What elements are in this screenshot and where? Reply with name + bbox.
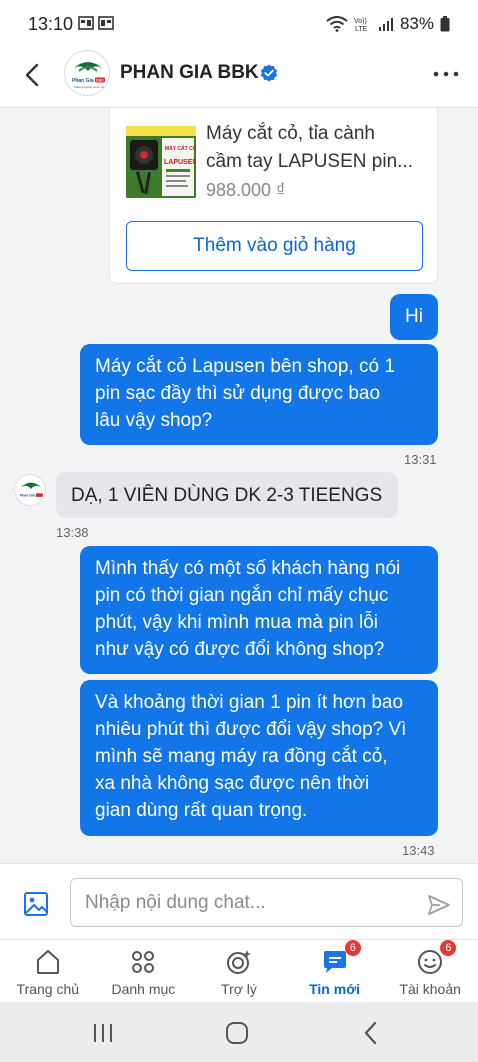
nav-label: Trợ lý [221,981,257,997]
message-text: Hi [405,306,423,327]
product-thumbnail-icon: MÁY CẮT CỎ LAPUSEN [126,126,196,198]
message-text: mình sẽ mang máy ra đồng cắt cỏ, [95,746,388,767]
message-text: nhiêu phút thì được đổi vậy shop? Vì [95,719,407,740]
message-time: 13:31 [404,452,437,467]
back-button[interactable] [18,60,48,90]
send-icon[interactable] [427,894,451,916]
grid-icon [132,951,155,973]
message-bubble-incoming[interactable]: DẠ, 1 VIÊN DÙNG DK 2-3 TIEENGS [56,472,398,518]
svg-text:Phan Gia: Phan Gia [20,494,35,498]
product-image[interactable]: MÁY CẮT CỎ LAPUSEN [126,126,196,198]
notification-badge: 6 [344,940,361,956]
shop-logo-icon: Phan Gia BBK Không ngừng vươn xa [71,62,105,89]
home-button-icon[interactable] [224,1020,250,1046]
product-image-brand: LAPUSEN [164,159,196,166]
svg-text:LTE: LTE [355,26,368,32]
nav-label: Danh mục [111,981,176,997]
message-text: xa nhà không sạc được nên thời [95,773,370,794]
product-image-text-top: MÁY CẮT CỎ [165,144,196,152]
verified-badge-icon [260,64,278,82]
product-price: 988.000 ₫ [206,180,285,201]
message-bubble-outgoing[interactable]: Và khoảng thời gian 1 pin ít hơn bao nhi… [80,680,438,836]
product-title-line: cầm tay LAPUSEN pin... [206,151,413,172]
gallery-notification-icon-2 [98,16,114,30]
system-back-icon[interactable] [358,1020,384,1046]
message-time: 13:43 [402,843,435,858]
message-text: DẠ, 1 VIÊN DÙNG DK 2-3 TIEENGS [71,485,383,506]
message-text: gian dùng rất quan trọng. [95,800,308,821]
shop-avatar[interactable]: Phan Gia BBK Không ngừng vươn xa [64,50,110,96]
wifi-icon [326,16,348,32]
chat-header: Phan Gia BBK Không ngừng vươn xa PHAN GI… [0,40,478,108]
message-text: pin sạc đầy thì sử dụng được bao [95,383,381,404]
assistant-icon [226,950,251,974]
nav-categories[interactable]: Danh mục [96,940,192,1002]
message-time: 13:38 [56,525,89,540]
bottom-nav: Trang chủ Danh mục Trợ lý 6 Tin mới 6 Tà… [0,939,478,1002]
chat-area[interactable]: MÁY CẮT CỎ LAPUSEN Máy cắt cỏ, tỉa cành … [0,108,478,863]
more-options-icon[interactable] [432,62,460,86]
notification-icons [78,16,114,30]
product-card[interactable]: MÁY CẮT CỎ LAPUSEN Máy cắt cỏ, tỉa cành … [109,108,438,284]
svg-text:Không ngừng vươn xa: Không ngừng vươn xa [74,85,105,89]
account-icon [418,950,443,974]
notification-badge: 6 [440,940,457,956]
system-status: Vo)) LTE 83% [326,14,450,34]
image-attach-icon[interactable] [23,891,49,917]
svg-text:Phan Gia: Phan Gia [72,78,94,84]
chat-icon [323,951,346,973]
message-composer [0,863,478,939]
gallery-notification-icon [78,16,94,30]
message-input[interactable] [70,878,463,927]
message-text: phút, vậy khi mình mua mà pin lỗi [95,612,379,633]
shop-logo-icon: Phan Gia [19,482,43,498]
shop-name[interactable]: PHAN GIA BBK [120,62,259,84]
recent-apps-icon[interactable] [90,1020,116,1046]
status-time: 13:10 [28,14,74,34]
nav-label: Trang chủ [16,981,80,997]
svg-text:BBK: BBK [96,78,104,83]
volte-icon: Vo))LTE [354,18,368,32]
nav-account[interactable]: 6 Tài khoản [382,940,478,1002]
battery-icon [440,16,450,32]
home-icon [36,950,59,974]
product-title[interactable]: Máy cắt cỏ, tỉa cành cầm tay LAPUSEN pin… [206,120,432,176]
battery-percent: 83% [399,14,434,33]
message-bubble-outgoing[interactable]: Mình thấy có một số khách hàng nói pin c… [80,546,438,674]
message-bubble-outgoing[interactable]: Máy cắt cỏ Lapusen bên shop, có 1 pin sạ… [80,344,438,445]
shop-avatar-small[interactable]: Phan Gia [14,474,46,506]
price-value: 988.000 ₫ [206,180,286,200]
message-text: Máy cắt cỏ Lapusen bên shop, có 1 [95,356,395,377]
message-text: Mình thấy có một số khách hàng nói [95,558,401,579]
add-to-cart-button[interactable]: Thêm vào giỏ hàng [126,221,423,271]
nav-assistant[interactable]: Trợ lý [191,940,287,1002]
product-title-line: Máy cắt cỏ, tỉa cành [206,123,375,144]
signal-icon [378,18,393,31]
nav-messages[interactable]: 6 Tin mới [287,940,383,1002]
system-navigation-bar [0,1002,478,1062]
nav-label: Tài khoản [399,981,461,997]
message-text: như vậy có được đổi không shop? [95,639,385,660]
svg-text:Vo)): Vo)) [354,18,367,25]
message-text: lâu vậy shop? [95,410,213,431]
nav-label: Tin mới [309,981,361,997]
nav-home[interactable]: Trang chủ [0,940,96,1002]
message-text: pin có thời gian ngắn chỉ mấy chục [95,585,389,606]
message-bubble-outgoing[interactable]: Hi [390,294,438,340]
message-text: Và khoảng thời gian 1 pin ít hơn bao [95,692,404,713]
